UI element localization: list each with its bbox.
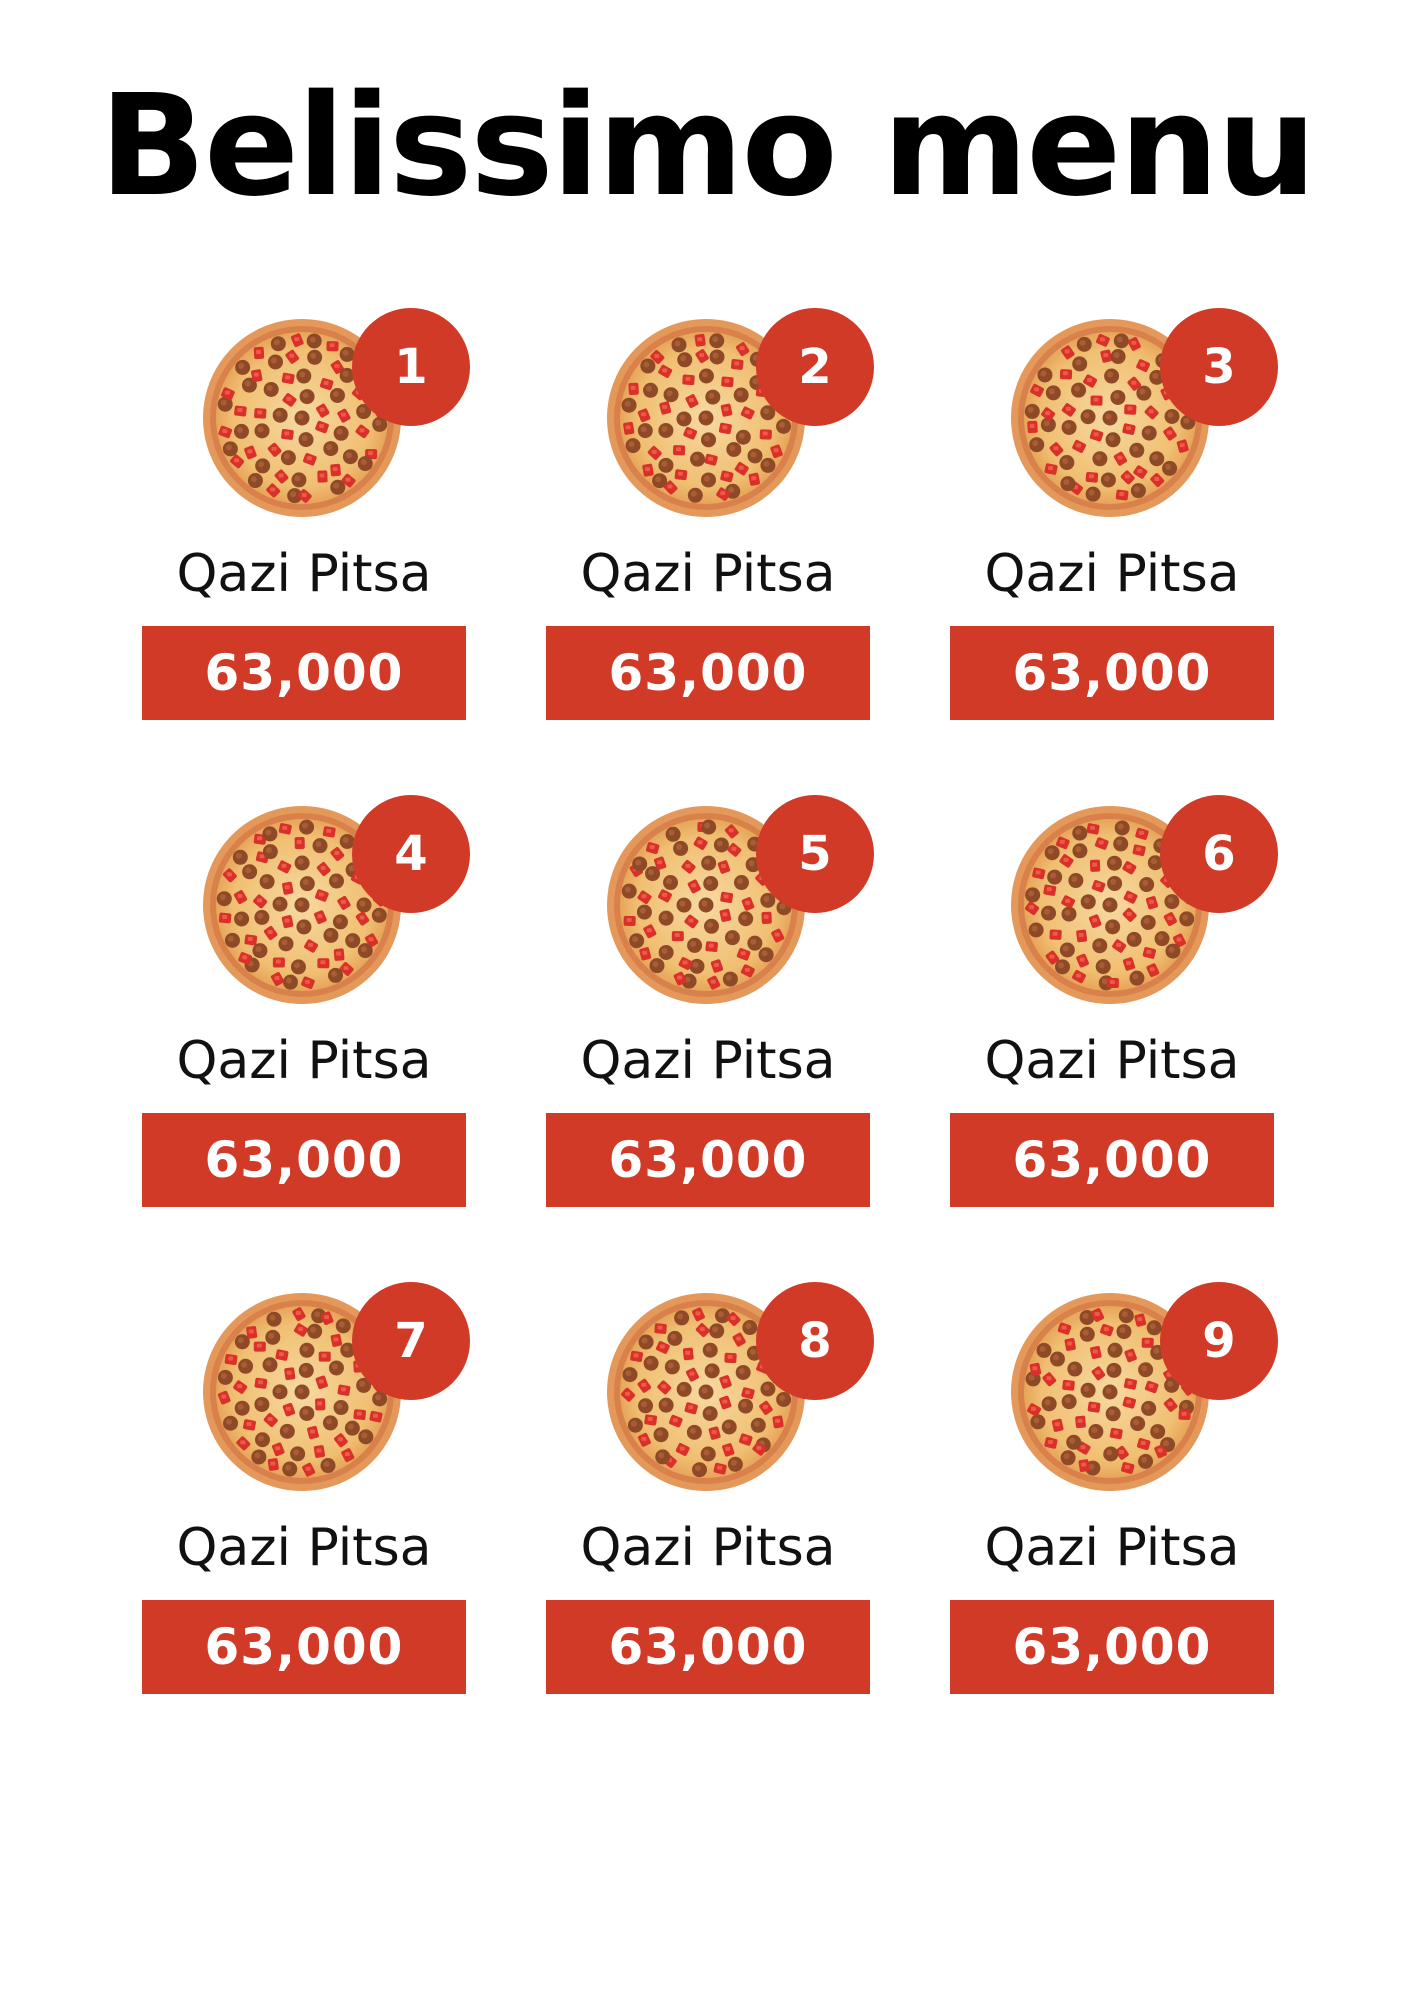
menu-item[interactable]: 5 Qazi Pitsa 63,000 [546, 795, 874, 1215]
item-number-badge: 1 [352, 308, 470, 426]
item-name: Qazi Pitsa [580, 1031, 836, 1091]
menu-item[interactable]: 4 Qazi Pitsa 63,000 [142, 795, 470, 1215]
price-tag: 63,000 [950, 1600, 1274, 1694]
item-name: Qazi Pitsa [984, 544, 1240, 604]
item-name: Qazi Pitsa [580, 544, 836, 604]
item-number-badge: 3 [1160, 308, 1278, 426]
item-number-badge: 4 [352, 795, 470, 913]
page-title: Belissimo menu [99, 65, 1316, 228]
price-tag: 63,000 [950, 626, 1274, 720]
menu-item[interactable]: 8 Qazi Pitsa 63,000 [546, 1282, 874, 1702]
menu-item[interactable]: 1 Qazi Pitsa 63,000 [142, 308, 470, 728]
price-tag: 63,000 [142, 626, 466, 720]
item-name: Qazi Pitsa [984, 1518, 1240, 1578]
price-tag: 63,000 [546, 1600, 870, 1694]
item-name: Qazi Pitsa [176, 1518, 432, 1578]
menu-item[interactable]: 2 Qazi Pitsa 63,000 [546, 308, 874, 728]
item-number-badge: 7 [352, 1282, 470, 1400]
price-tag: 63,000 [142, 1113, 466, 1207]
item-name: Qazi Pitsa [176, 1031, 432, 1091]
item-name: Qazi Pitsa [984, 1031, 1240, 1091]
item-number-badge: 8 [756, 1282, 874, 1400]
item-number-badge: 6 [1160, 795, 1278, 913]
menu-item[interactable]: 9 Qazi Pitsa 63,000 [950, 1282, 1278, 1702]
price-tag: 63,000 [142, 1600, 466, 1694]
price-tag: 63,000 [546, 626, 870, 720]
item-name: Qazi Pitsa [580, 1518, 836, 1578]
item-name: Qazi Pitsa [176, 544, 432, 604]
item-number-badge: 5 [756, 795, 874, 913]
price-tag: 63,000 [546, 1113, 870, 1207]
price-tag: 63,000 [950, 1113, 1274, 1207]
item-number-badge: 9 [1160, 1282, 1278, 1400]
menu-item[interactable]: 7 Qazi Pitsa 63,000 [142, 1282, 470, 1702]
menu-item[interactable]: 6 Qazi Pitsa 63,000 [950, 795, 1278, 1215]
item-number-badge: 2 [756, 308, 874, 426]
menu-item[interactable]: 3 Qazi Pitsa 63,000 [950, 308, 1278, 728]
